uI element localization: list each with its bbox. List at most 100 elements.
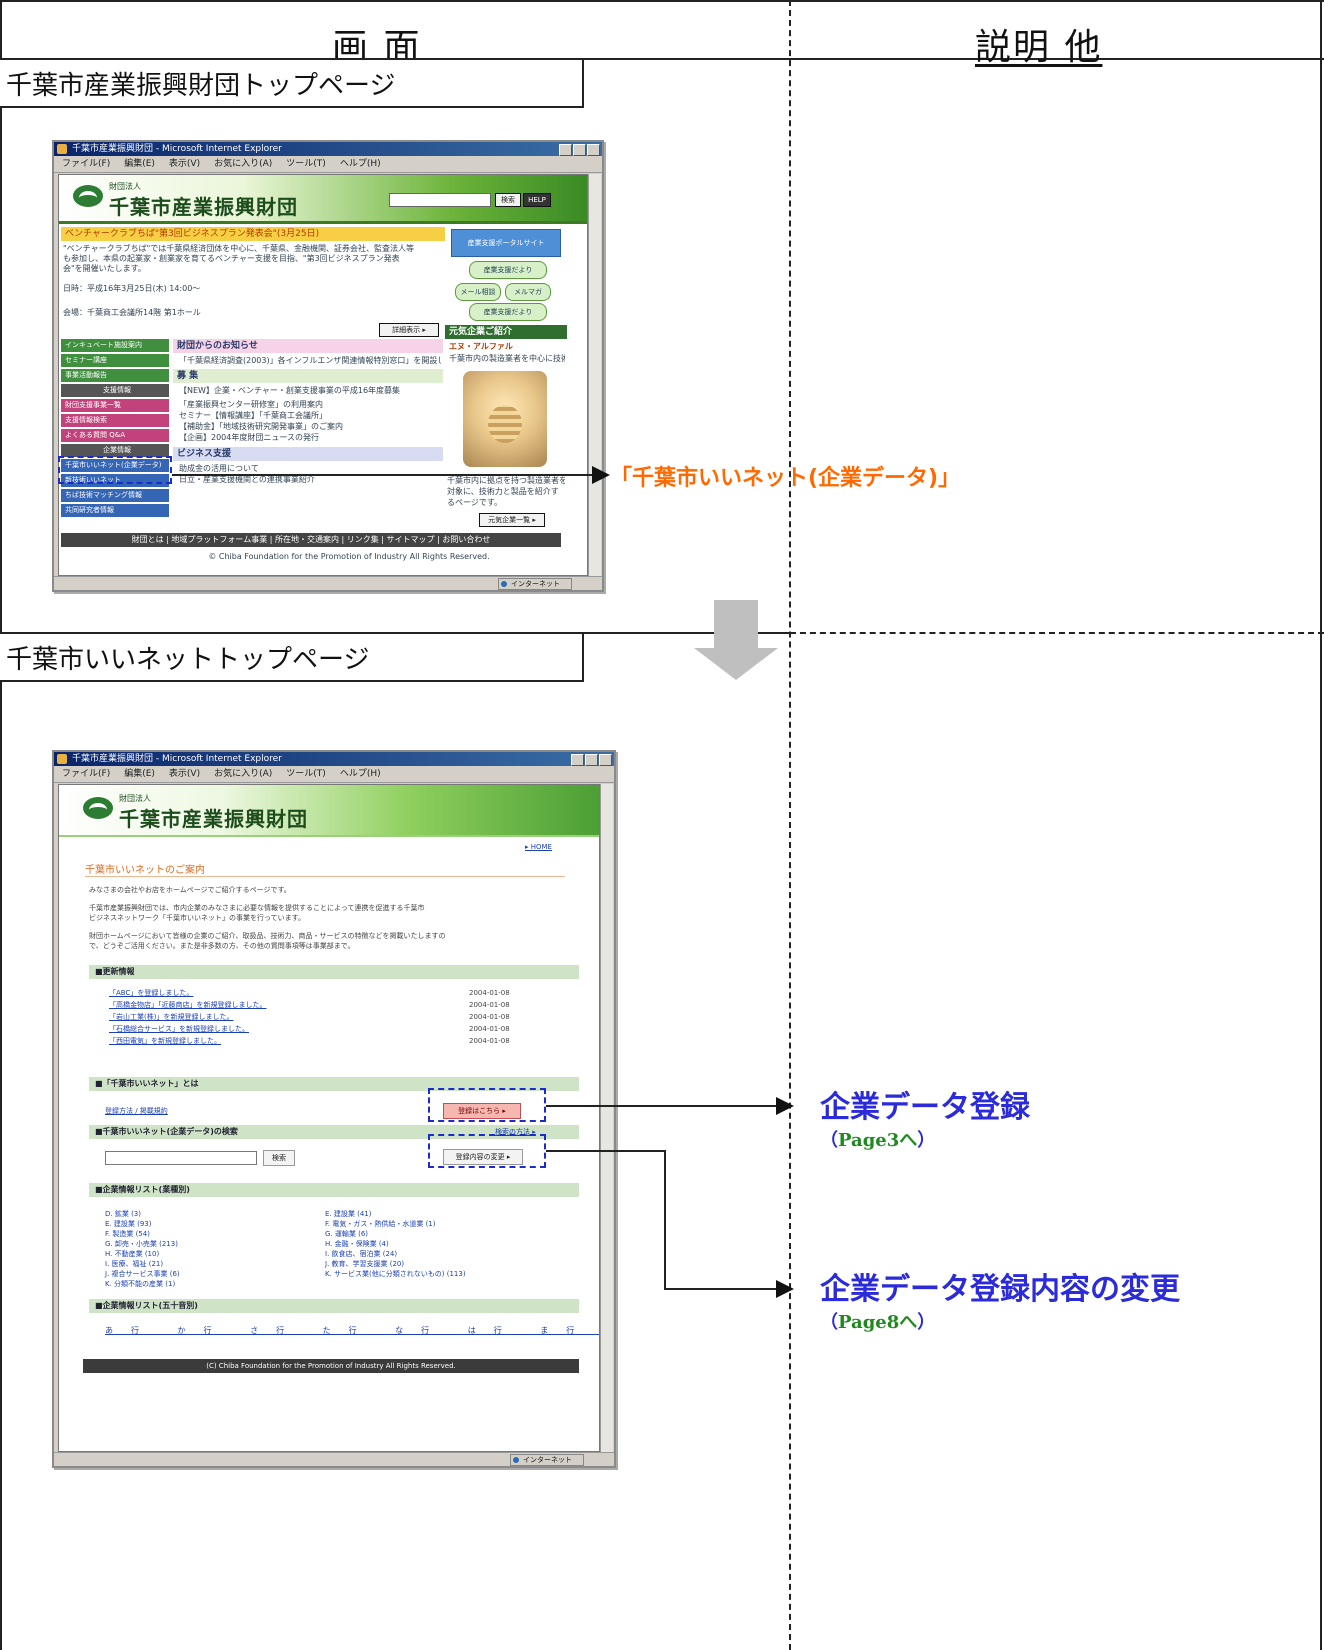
mail-consult-pill[interactable]: メール相談 xyxy=(455,283,501,301)
menu-bar: ファイル(F) 編集(E) 表示(V) お気に入り(A) ツール(T) ヘルプ(H) xyxy=(54,766,614,783)
news-text: 会"を開催いたします。 xyxy=(63,264,146,273)
notice-item[interactable]: 「千葉県経済調査(2003)」各インフルエンザ関連情報特別窓口」を開設しました xyxy=(179,355,441,366)
company-search-input[interactable] xyxy=(105,1151,257,1165)
frame-left xyxy=(0,0,2,1650)
detail-button[interactable]: 詳細表示 ▸ xyxy=(379,323,439,337)
recruit-item[interactable]: 【企画】2004年度財団ニュースの発行 xyxy=(179,432,441,443)
logo-text: 千葉市産業振興財団 xyxy=(109,195,298,219)
highlight-change-button xyxy=(428,1134,546,1168)
menu-file[interactable]: ファイル(F) xyxy=(62,769,110,779)
intro-text: 財団ホームページにおいて皆様の企業のご紹介、取扱品、技術力、商品・サービスの特徴… xyxy=(89,932,446,940)
vertical-scrollbar[interactable] xyxy=(588,174,601,576)
foundation-logo-icon xyxy=(73,185,103,207)
menu-view[interactable]: 表示(V) xyxy=(169,769,200,779)
featured-caption: 対象に、技術力と製品を紹介す xyxy=(447,487,559,496)
home-link[interactable]: ▸ HOME xyxy=(525,841,552,853)
minimize-icon[interactable] xyxy=(571,754,584,766)
menu-file[interactable]: ファイル(F) xyxy=(62,159,110,169)
menu-edit[interactable]: 編集(E) xyxy=(124,769,155,779)
side-item-research[interactable]: 共同研究者情報 xyxy=(61,504,169,517)
menu-edit[interactable]: 編集(E) xyxy=(124,159,155,169)
window-controls[interactable] xyxy=(571,754,612,766)
company-search-button[interactable]: 検索 xyxy=(263,1150,295,1166)
intro-text: ビジネスネットワーク「千葉市いいネット」の事業を行っています。 xyxy=(89,914,305,922)
featured-company-heading: 元気企業ご紹介 xyxy=(445,325,567,339)
news-headline[interactable]: ベンチャークラブちば"第3回ビジネスプラン発表会"(3月25日) xyxy=(61,227,445,241)
browser-window-foundation: 千葉市産業振興財団 - Microsoft Internet Explorer … xyxy=(52,140,604,592)
menu-favorites[interactable]: お気に入り(A) xyxy=(214,769,272,779)
menu-tools[interactable]: ツール(T) xyxy=(286,769,326,779)
intro-text: みなさまの会社やお店をホームページでご紹介するページです。 xyxy=(89,886,291,894)
menu-help[interactable]: ヘルプ(H) xyxy=(340,769,381,779)
frame-right xyxy=(1320,0,1322,1650)
business-item[interactable]: 助成金の活用について xyxy=(179,463,441,474)
annotation-paren-open: （ xyxy=(820,1130,838,1151)
site-search-input[interactable] xyxy=(389,193,491,207)
side-item-matching[interactable]: ちば技術マッチング情報 xyxy=(61,489,169,502)
section-business: ビジネス支援 xyxy=(173,447,443,461)
close-icon[interactable] xyxy=(587,144,600,156)
menu-favorites[interactable]: お気に入り(A) xyxy=(214,159,272,169)
annotation-page-link[interactable]: Page8へ xyxy=(838,1312,917,1333)
section-label-top: 千葉市産業振興財団トップページ xyxy=(0,58,584,108)
arrow-head-register xyxy=(776,1097,794,1115)
latest-item[interactable]: 「西田電気」を新規登録しました。 xyxy=(109,1035,221,1047)
page-content: 財団法人 千葉市産業振興財団 検索 HELP ベンチャークラブちば"第3回ビジネ… xyxy=(58,174,588,576)
menu-view[interactable]: 表示(V) xyxy=(169,159,200,169)
recruit-item[interactable]: 【補助金】「地域技術研究開発事業」のご案内 xyxy=(179,421,441,432)
side-item-support-list[interactable]: 財団支援事業一覧 xyxy=(61,399,169,412)
side-item-incubation[interactable]: インキュベート施設案内 xyxy=(61,339,169,352)
latest-item[interactable]: 「高橋金物店」「近藤商店」を新規登録しました。 xyxy=(109,999,267,1011)
featured-company-name[interactable]: エヌ・アルファル xyxy=(449,341,565,352)
intro-text: で、どうぞご活用ください。また是非多数の方、その他の質問事項等は事業部まで。 xyxy=(89,942,355,950)
maximize-icon[interactable] xyxy=(573,144,586,156)
minimize-icon[interactable] xyxy=(559,144,572,156)
recruit-item[interactable]: 「産業振興センター研修室」の利用案内 xyxy=(179,399,441,410)
side-item-faq[interactable]: よくある質問 Q&A xyxy=(61,429,169,442)
menu-tools[interactable]: ツール(T) xyxy=(286,159,326,169)
kana-links[interactable]: あ行 か行 さ行 た行 な行 は行 ま行 や行 ら行 わ行 xyxy=(105,1325,599,1336)
annotation-paren-close: ） xyxy=(917,1312,936,1333)
arrow-line-register xyxy=(546,1105,778,1107)
latest-item[interactable]: 「ABC」を登録しました。 xyxy=(109,987,193,999)
side-item-support-search[interactable]: 支援情報検索 xyxy=(61,414,169,427)
industry-list-right[interactable]: E. 建設業 (41) F. 電気・ガス・熱供給・水道業 (1) G. 運輸業 … xyxy=(325,1209,466,1279)
help-button[interactable]: HELP xyxy=(523,193,551,207)
support-news-pill-2[interactable]: 産業支援だより xyxy=(469,303,547,321)
side-item-report[interactable]: 事業活動報告 xyxy=(61,369,169,382)
mail-magazine-pill[interactable]: メルマガ xyxy=(505,283,551,301)
latest-item[interactable]: 「石橋総合サービス」を新規登録しました。 xyxy=(109,1023,249,1035)
latest-date: 2004-01-08 xyxy=(469,1013,510,1021)
close-icon[interactable] xyxy=(599,754,612,766)
latest-date: 2004-01-08 xyxy=(469,989,510,997)
site-search-button[interactable]: 検索 xyxy=(495,193,521,207)
news-date: 日時：平成16年3月25日(木) 14:00～ xyxy=(63,284,201,293)
kana-list-heading: ■企業情報リスト(五十音別) xyxy=(89,1299,579,1313)
maximize-icon[interactable] xyxy=(585,754,598,766)
annotation-page-link[interactable]: Page3へ xyxy=(838,1130,917,1151)
latest-item[interactable]: 「岩山工業(株)」を新規登録しました。 xyxy=(109,1011,233,1023)
site-footer-nav[interactable]: 財団とは | 地域プラットフォーム事業 | 所在地・交通案内 | リンク集 | … xyxy=(61,533,561,547)
page-title: 千葉市いいネットのご案内 xyxy=(85,861,565,877)
foundation-logo-icon xyxy=(83,797,113,819)
copyright: © Chiba Foundation for the Promotion of … xyxy=(208,552,490,561)
featured-more-button[interactable]: 元気企業一覧 ▸ xyxy=(479,513,545,527)
window-controls[interactable] xyxy=(559,144,600,156)
vertical-scrollbar[interactable] xyxy=(600,784,613,1452)
window-title: 千葉市産業振興財団 - Microsoft Internet Explorer xyxy=(72,754,282,764)
support-news-pill[interactable]: 産業支援だより xyxy=(469,261,547,279)
side-item-seminar[interactable]: セミナー講座 xyxy=(61,354,169,367)
latest-date: 2004-01-08 xyxy=(469,1037,510,1045)
latest-date: 2004-01-08 xyxy=(469,1025,510,1033)
flow-arrow-icon xyxy=(694,648,778,680)
annotation-change-page: （Page8へ） xyxy=(820,1308,935,1334)
about-links[interactable]: 登録方法 / 掲載規約 xyxy=(105,1105,168,1117)
portal-banner[interactable]: 産業支援ポータルサイト xyxy=(451,229,561,257)
recruit-item[interactable]: セミナー【情報講座】「千葉商工会議所」 xyxy=(179,410,441,421)
recruit-item[interactable]: 【NEW】企業・ベンチャー・創業支援事業の平成16年度募集 xyxy=(179,385,441,396)
annotation-paren-close: ） xyxy=(917,1130,936,1151)
industry-list-left[interactable]: D. 鉱業 (3) E. 建設業 (93) F. 製造業 (54) G. 卸売・… xyxy=(105,1209,180,1289)
menu-help[interactable]: ヘルプ(H) xyxy=(340,159,381,169)
annotation-change: 企業データ登録内容の変更 xyxy=(820,1272,1180,1307)
news-place: 会場：千葉商工会議所14階 第1ホール xyxy=(63,308,201,317)
